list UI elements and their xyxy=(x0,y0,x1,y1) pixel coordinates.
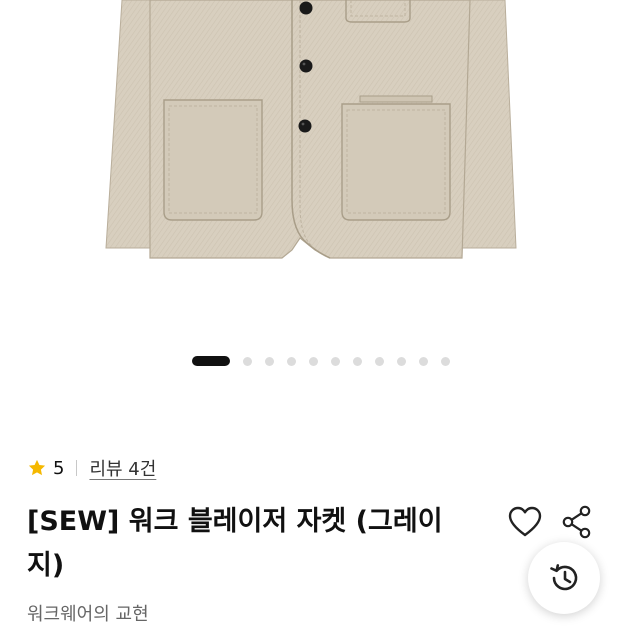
rating-divider xyxy=(76,460,78,476)
carousel-dot[interactable] xyxy=(287,357,296,366)
carousel-indicator xyxy=(0,355,620,367)
heart-icon xyxy=(508,506,542,537)
review-count-link[interactable]: 리뷰 4건 xyxy=(89,455,156,481)
carousel-dot[interactable] xyxy=(331,357,340,366)
carousel-dot[interactable] xyxy=(243,357,252,366)
star-icon xyxy=(28,459,46,476)
product-title: [SEW] 워크 블레이저 자켓 (그레이지) xyxy=(27,506,443,581)
carousel-dot[interactable] xyxy=(309,357,318,366)
like-button[interactable] xyxy=(508,506,542,538)
carousel-dot[interactable] xyxy=(419,357,428,366)
carousel-dot[interactable] xyxy=(353,357,362,366)
product-image[interactable] xyxy=(0,0,620,330)
carousel-dot[interactable] xyxy=(375,357,384,366)
history-button[interactable] xyxy=(528,542,600,614)
brand-name[interactable]: 워크웨어의 교현 xyxy=(27,600,149,626)
rating-score: 5 xyxy=(53,457,65,479)
rating-row: 5 리뷰 4건 xyxy=(27,454,156,482)
share-icon xyxy=(562,505,591,539)
carousel-dot[interactable] xyxy=(397,357,406,366)
share-button[interactable] xyxy=(561,505,593,539)
history-icon xyxy=(550,564,578,591)
carousel-dot[interactable] xyxy=(265,357,274,366)
jacket-photo xyxy=(105,0,517,259)
carousel-dot-active[interactable] xyxy=(192,356,230,366)
carousel-dot[interactable] xyxy=(441,357,450,366)
